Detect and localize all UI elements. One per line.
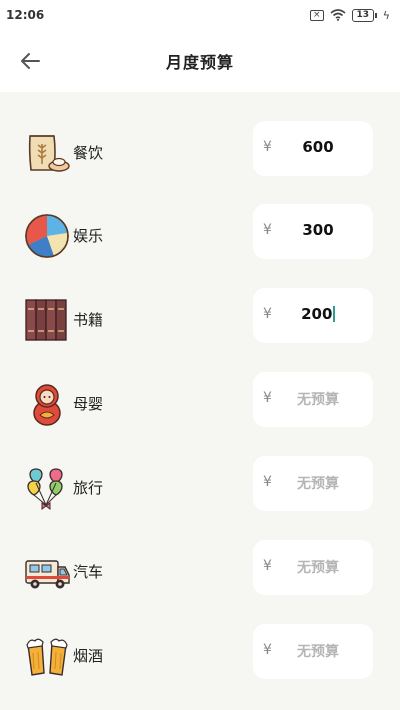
rv-truck-icon (24, 549, 70, 595)
row-label: 旅行 (73, 479, 104, 497)
currency-symbol: ¥ (263, 558, 272, 574)
currency-symbol: ¥ (263, 390, 272, 406)
row-label: 母婴 (73, 395, 104, 413)
status-bar: 12:06 × 13 ϟ (0, 0, 400, 30)
arrow-left-icon (21, 53, 40, 69)
budget-row-entertainment: 娱乐 ¥ 300 (0, 203, 400, 287)
row-label: 汽车 (73, 563, 104, 581)
status-time: 12:06 (6, 8, 45, 22)
amount-input[interactable]: ¥ 无预算 (253, 456, 373, 511)
beer-mugs-icon (24, 633, 70, 679)
amount-input[interactable]: ¥ 无预算 (253, 624, 373, 679)
text-caret (333, 306, 335, 322)
currency-symbol: ¥ (263, 222, 272, 238)
amount-placeholder: 无预算 (297, 644, 339, 660)
row-label: 书籍 (73, 311, 104, 329)
page-title: 月度预算 (165, 53, 234, 72)
amount-input[interactable]: ¥ 无预算 (253, 540, 373, 595)
battery-icon: 13 (351, 8, 377, 22)
balloons-icon (24, 465, 70, 511)
books-icon (24, 297, 70, 343)
amount-value-wrap: 200 (275, 305, 361, 323)
nesting-doll-icon (24, 381, 70, 427)
amount-input[interactable]: ¥ 300 (253, 204, 373, 259)
amount-input[interactable]: ¥ 600 (253, 121, 373, 176)
amount-input[interactable]: ¥ 无预算 (253, 372, 373, 427)
currency-symbol: ¥ (263, 306, 272, 322)
budget-row-dining: 餐饮 ¥ 600 (0, 120, 400, 204)
row-label: 餐饮 (73, 144, 104, 162)
wifi-icon (330, 9, 346, 21)
currency-symbol: ¥ (263, 642, 272, 658)
currency-symbol: ¥ (263, 139, 272, 155)
amount-input-focused[interactable]: ¥ 200 (253, 288, 373, 343)
nav-bar: 月度预算 (0, 30, 400, 92)
row-label: 娱乐 (73, 227, 104, 245)
amount-value: 300 (302, 221, 334, 239)
no-sim-icon: × (309, 9, 324, 21)
budget-row-car: 汽车 ¥ 无预算 (0, 539, 400, 623)
currency-symbol: ¥ (263, 474, 272, 490)
budget-row-books: 书籍 ¥ 200 (0, 287, 400, 371)
row-label: 烟酒 (73, 647, 104, 665)
status-icons: × 13 ϟ (309, 8, 390, 22)
battery-level: 13 (351, 8, 374, 22)
amount-value: 200 (301, 305, 333, 323)
amount-placeholder: 无预算 (297, 476, 339, 492)
back-button[interactable] (12, 45, 48, 77)
charging-icon: ϟ (382, 8, 390, 22)
budget-row-tobacco-alcohol: 烟酒 ¥ 无预算 (0, 623, 400, 707)
beach-ball-icon (24, 213, 70, 259)
budget-row-maternity: 母婴 ¥ 无预算 (0, 371, 400, 455)
amount-value: 600 (302, 138, 334, 156)
amount-placeholder: 无预算 (297, 560, 339, 576)
flour-sack-icon (24, 130, 70, 176)
budget-row-travel: 旅行 ¥ 无预算 (0, 455, 400, 539)
amount-placeholder: 无预算 (297, 392, 339, 408)
